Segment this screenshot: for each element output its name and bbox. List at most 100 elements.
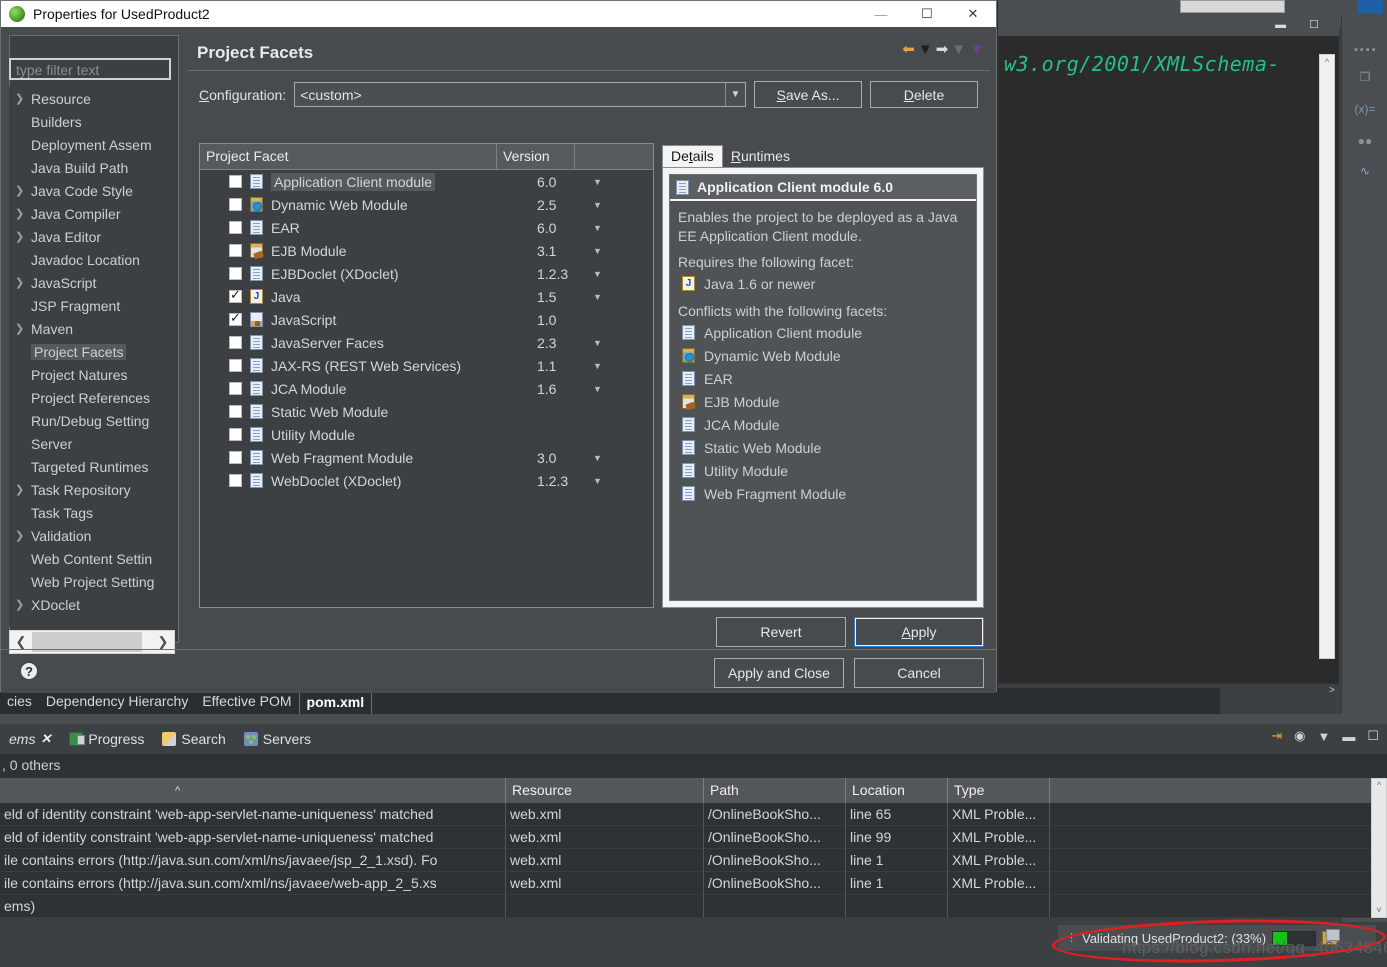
facet-checkbox[interactable] (229, 198, 242, 211)
chevron-right-icon[interactable]: ❯ (15, 322, 31, 335)
facet-checkbox[interactable] (229, 474, 242, 487)
chevron-right-icon[interactable]: ❯ (15, 92, 31, 105)
details-tab-row[interactable]: Details Runtimes (662, 143, 984, 167)
column-path[interactable]: Path (704, 778, 846, 803)
editor-vertical-scrollbar[interactable]: ^ (1319, 54, 1335, 659)
column-type[interactable]: Type (948, 778, 1050, 803)
scroll-left-icon[interactable]: ❮ (10, 634, 32, 650)
sidebar-item-xdoclet[interactable]: ❯ XDoclet (9, 593, 175, 616)
version-dropdown-icon[interactable]: ▼ (593, 384, 653, 394)
column-version[interactable]: Version (497, 144, 575, 169)
maximize-view-icon[interactable]: ☐ (1367, 728, 1379, 744)
view-menu-icon[interactable]: ▼ (1317, 729, 1330, 744)
scroll-down-icon[interactable]: ˅ (1372, 904, 1386, 917)
view-tab-problems[interactable]: ems ✕ (0, 731, 60, 747)
chevron-right-icon[interactable]: ❯ (15, 598, 31, 611)
table-row[interactable]: eld of identity constraint 'web-app-serv… (0, 826, 1387, 849)
chevron-right-icon[interactable]: ❯ (15, 230, 31, 243)
facets-table[interactable]: Project Facet Version Application Client… (199, 143, 654, 608)
view-tab-progress[interactable]: Progress (60, 731, 153, 747)
sidebar-item-web-project-settings[interactable]: Web Project Setting (9, 570, 175, 593)
sidebar-item-task-tags[interactable]: Task Tags (9, 501, 175, 524)
save-as-button[interactable]: Save As... (754, 81, 862, 108)
facet-row-web-fragment-module[interactable]: Web Fragment Module 3.0 ▼ (200, 446, 653, 469)
version-dropdown-icon[interactable]: ▼ (593, 476, 653, 486)
editor-tab-dependencies[interactable]: cies (0, 693, 39, 709)
sidebar-item-java-editor[interactable]: ❯ Java Editor (9, 225, 175, 248)
sidebar-item-builders[interactable]: Builders (9, 110, 175, 133)
column-description[interactable]: ^ (0, 778, 506, 803)
delete-button[interactable]: Delete (870, 81, 978, 108)
scroll-right-icon[interactable]: ❯ (152, 634, 174, 650)
focus-on-selection-icon[interactable]: ⇥ (1271, 728, 1282, 744)
sidebar-item-javascript[interactable]: ❯ JavaScript (9, 271, 175, 294)
breakpoints-view-icon[interactable]: ●● (1352, 130, 1378, 152)
minimize-button[interactable]: — (858, 1, 904, 27)
sidebar-item-resource[interactable]: ❯ Resource (9, 87, 175, 110)
facet-checkbox[interactable] (229, 405, 242, 418)
sidebar-item-run-debug-settings[interactable]: Run/Debug Setting (9, 409, 175, 432)
maximize-button[interactable]: ☐ (904, 1, 950, 27)
facet-row-jca-module[interactable]: JCA Module 1.6 ▼ (200, 377, 653, 400)
sidebar-item-maven[interactable]: ❯ Maven (9, 317, 175, 340)
facet-row-ear[interactable]: EAR 6.0 ▼ (200, 216, 653, 239)
facet-checkbox[interactable] (229, 244, 242, 257)
sidebar-item-task-repository[interactable]: ❯ Task Repository (9, 478, 175, 501)
facet-row-ejb-module[interactable]: EJB Module 3.1 ▼ (200, 239, 653, 262)
view-tab-search[interactable]: Search (153, 731, 234, 747)
tab-runtimes[interactable]: Runtimes (723, 146, 798, 167)
back-dropdown-icon[interactable]: ▼ (918, 41, 933, 59)
sidebar-item-server[interactable]: Server (9, 432, 175, 455)
view-tab-servers[interactable]: Servers (235, 731, 320, 747)
sidebar-item-java-code-style[interactable]: ❯ Java Code Style (9, 179, 175, 202)
sidebar-item-deployment-assembly[interactable]: Deployment Assem (9, 133, 175, 156)
perspective-button[interactable] (1357, 0, 1383, 14)
version-dropdown-icon[interactable]: ▼ (593, 292, 653, 302)
editor-minimize-maximize[interactable]: ▬ ☐ (1275, 18, 1329, 31)
table-row[interactable]: ems) (0, 895, 1387, 918)
sidebar-item-project-facets[interactable]: Project Facets (9, 340, 175, 363)
facet-row-dynamic-web-module[interactable]: Dynamic Web Module 2.5 ▼ (200, 193, 653, 216)
facet-checkbox[interactable] (229, 336, 242, 349)
table-row[interactable]: eld of identity constraint 'web-app-serv… (0, 803, 1387, 826)
restore-view-icon[interactable]: ❐ (1352, 66, 1378, 88)
apply-and-close-button[interactable]: Apply and Close (714, 658, 844, 688)
back-icon[interactable]: ⬅ (902, 41, 915, 59)
filter-input[interactable]: type filter text (9, 58, 171, 80)
chevron-right-icon[interactable]: ❯ (15, 529, 31, 542)
facet-checkbox[interactable] (229, 287, 242, 303)
column-location[interactable]: Location (846, 778, 948, 803)
sidebar-item-web-content-settings[interactable]: Web Content Settin (9, 547, 175, 570)
facet-row-application-client-module[interactable]: Application Client module 6.0 ▼ (200, 170, 653, 193)
facet-row-jax-rs[interactable]: JAX-RS (REST Web Services) 1.1 ▼ (200, 354, 653, 377)
variables-view-icon[interactable]: (x)= (1352, 98, 1378, 120)
facet-checkbox[interactable] (229, 359, 242, 372)
scroll-up-icon[interactable]: ^ (1320, 55, 1334, 69)
facet-row-utility-module[interactable]: Utility Module (200, 423, 653, 446)
scroll-up-icon[interactable]: ^ (1372, 779, 1386, 792)
toolbar-search-field[interactable] (1180, 0, 1285, 13)
help-icon[interactable]: ? (19, 661, 39, 681)
dialog-window-buttons[interactable]: — ☐ ✕ (858, 1, 996, 27)
facet-checkbox[interactable] (229, 451, 242, 464)
table-row[interactable]: ile contains errors (http://java.sun.com… (0, 872, 1387, 895)
facet-row-javascript[interactable]: JavaScript 1.0 (200, 308, 653, 331)
version-dropdown-icon[interactable]: ▼ (593, 453, 653, 463)
chevron-right-icon[interactable]: ❯ (15, 483, 31, 496)
close-icon[interactable]: ✕ (40, 731, 51, 747)
version-dropdown-icon[interactable]: ▼ (593, 200, 653, 210)
apply-button[interactable]: Apply (854, 617, 984, 647)
version-dropdown-icon[interactable]: ▼ (593, 246, 653, 256)
editor-tab-dependency-hierarchy[interactable]: Dependency Hierarchy (39, 693, 195, 709)
minimize-view-icon[interactable]: ▬ (1342, 729, 1355, 744)
version-dropdown-icon[interactable]: ▼ (593, 223, 653, 233)
navigation-arrows[interactable]: ⬅ ▼ ➡ ▼ ▼ (902, 41, 984, 59)
column-extra[interactable] (1050, 778, 1387, 803)
version-dropdown-icon[interactable]: ▼ (593, 177, 653, 187)
sidebar-item-targeted-runtimes[interactable]: Targeted Runtimes (9, 455, 175, 478)
expressions-view-icon[interactable]: ∿ (1352, 160, 1378, 182)
properties-dialog[interactable]: Properties for UsedProduct2 — ☐ ✕ type f… (0, 0, 997, 693)
tab-details[interactable]: Details (662, 145, 723, 167)
facet-checkbox[interactable] (229, 382, 242, 395)
view-tab-row[interactable]: ems ✕ Progress Search Servers (0, 724, 1387, 754)
